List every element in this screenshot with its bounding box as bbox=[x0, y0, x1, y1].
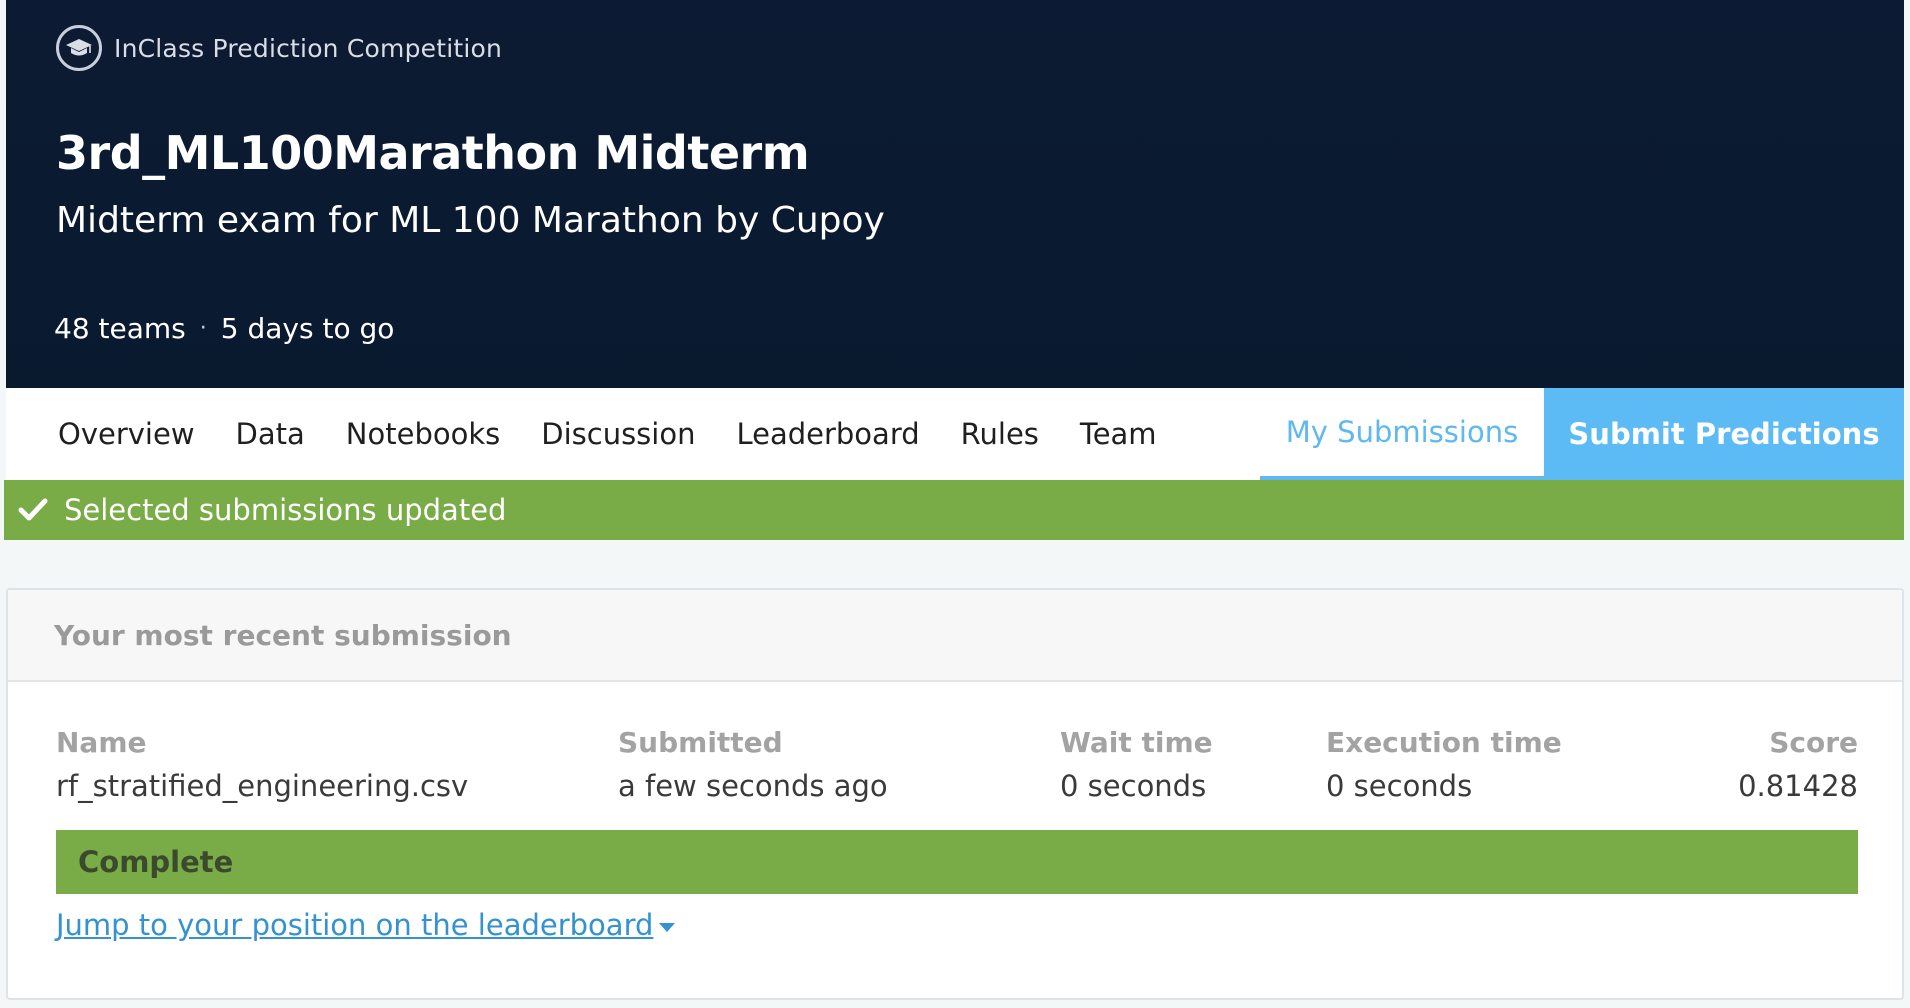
jump-to-leaderboard-link[interactable]: Jump to your position on the leaderboard bbox=[56, 908, 676, 942]
tab-rules[interactable]: Rules bbox=[961, 417, 1039, 451]
graduation-cap-icon bbox=[56, 25, 102, 71]
name-column: Name rf_stratified_engineering.csv bbox=[56, 726, 468, 803]
tab-notebooks[interactable]: Notebooks bbox=[346, 417, 500, 451]
score-value: 0.81428 bbox=[1738, 769, 1858, 803]
jump-link-text[interactable]: Jump to your position on the leaderboard bbox=[56, 908, 653, 942]
tab-overview[interactable]: Overview bbox=[58, 417, 195, 451]
competition-type: InClass Prediction Competition bbox=[56, 24, 502, 72]
tab-leaderboard[interactable]: Leaderboard bbox=[736, 417, 919, 451]
wait-time-header: Wait time bbox=[1060, 726, 1213, 759]
submission-filename: rf_stratified_engineering.csv bbox=[56, 769, 469, 803]
execution-time-header: Execution time bbox=[1326, 726, 1562, 759]
submit-predictions-button[interactable]: Submit Predictions bbox=[1544, 388, 1904, 480]
submission-status-bar: Complete bbox=[56, 830, 1858, 894]
tab-team[interactable]: Team bbox=[1080, 417, 1157, 451]
competition-nav: Overview Data Notebooks Discussion Leade… bbox=[6, 388, 1904, 480]
competition-header: InClass Prediction Competition 3rd_ML100… bbox=[6, 0, 1904, 388]
checkmark-icon bbox=[18, 497, 48, 523]
deadline-text: 5 days to go bbox=[220, 312, 395, 345]
card-header: Your most recent submission bbox=[8, 590, 1902, 682]
submitted-value: a few seconds ago bbox=[618, 769, 888, 803]
caret-down-icon[interactable] bbox=[659, 922, 676, 932]
success-alert: Selected submissions updated bbox=[4, 480, 1904, 540]
execution-time-value: 0 seconds bbox=[1326, 769, 1473, 803]
alert-message: Selected submissions updated bbox=[64, 493, 507, 527]
page: InClass Prediction Competition 3rd_ML100… bbox=[0, 0, 1910, 1008]
recent-submission-card: Your most recent submission Name rf_stra… bbox=[6, 588, 1904, 1000]
score-column: Score 0.81428 bbox=[1738, 726, 1858, 803]
competition-type-label: InClass Prediction Competition bbox=[114, 33, 503, 63]
score-header: Score bbox=[1769, 726, 1858, 759]
submitted-header: Submitted bbox=[618, 726, 783, 759]
page-bottom-edge bbox=[0, 1000, 1910, 1008]
nav-tabs: Overview Data Notebooks Discussion Leade… bbox=[6, 388, 1260, 480]
tab-discussion[interactable]: Discussion bbox=[541, 417, 695, 451]
wait-time-value: 0 seconds bbox=[1060, 769, 1207, 803]
submission-details: Name rf_stratified_engineering.csv Submi… bbox=[56, 726, 1858, 816]
execution-time-column: Execution time 0 seconds bbox=[1326, 726, 1562, 803]
meta-separator: · bbox=[199, 316, 207, 341]
competition-meta: 48 teams · 5 days to go bbox=[54, 312, 394, 345]
tab-my-submissions[interactable]: My Submissions bbox=[1260, 388, 1544, 480]
tab-data[interactable]: Data bbox=[236, 417, 305, 451]
status-label: Complete bbox=[78, 845, 234, 879]
wait-time-column: Wait time 0 seconds bbox=[1060, 726, 1213, 803]
name-header: Name bbox=[56, 726, 147, 759]
card-title: Your most recent submission bbox=[54, 618, 512, 652]
competition-subtitle: Midterm exam for ML 100 Marathon by Cupo… bbox=[56, 200, 885, 241]
competition-title: 3rd_ML100Marathon Midterm bbox=[56, 126, 810, 180]
submitted-column: Submitted a few seconds ago bbox=[618, 726, 888, 803]
team-count: 48 teams bbox=[54, 312, 186, 345]
